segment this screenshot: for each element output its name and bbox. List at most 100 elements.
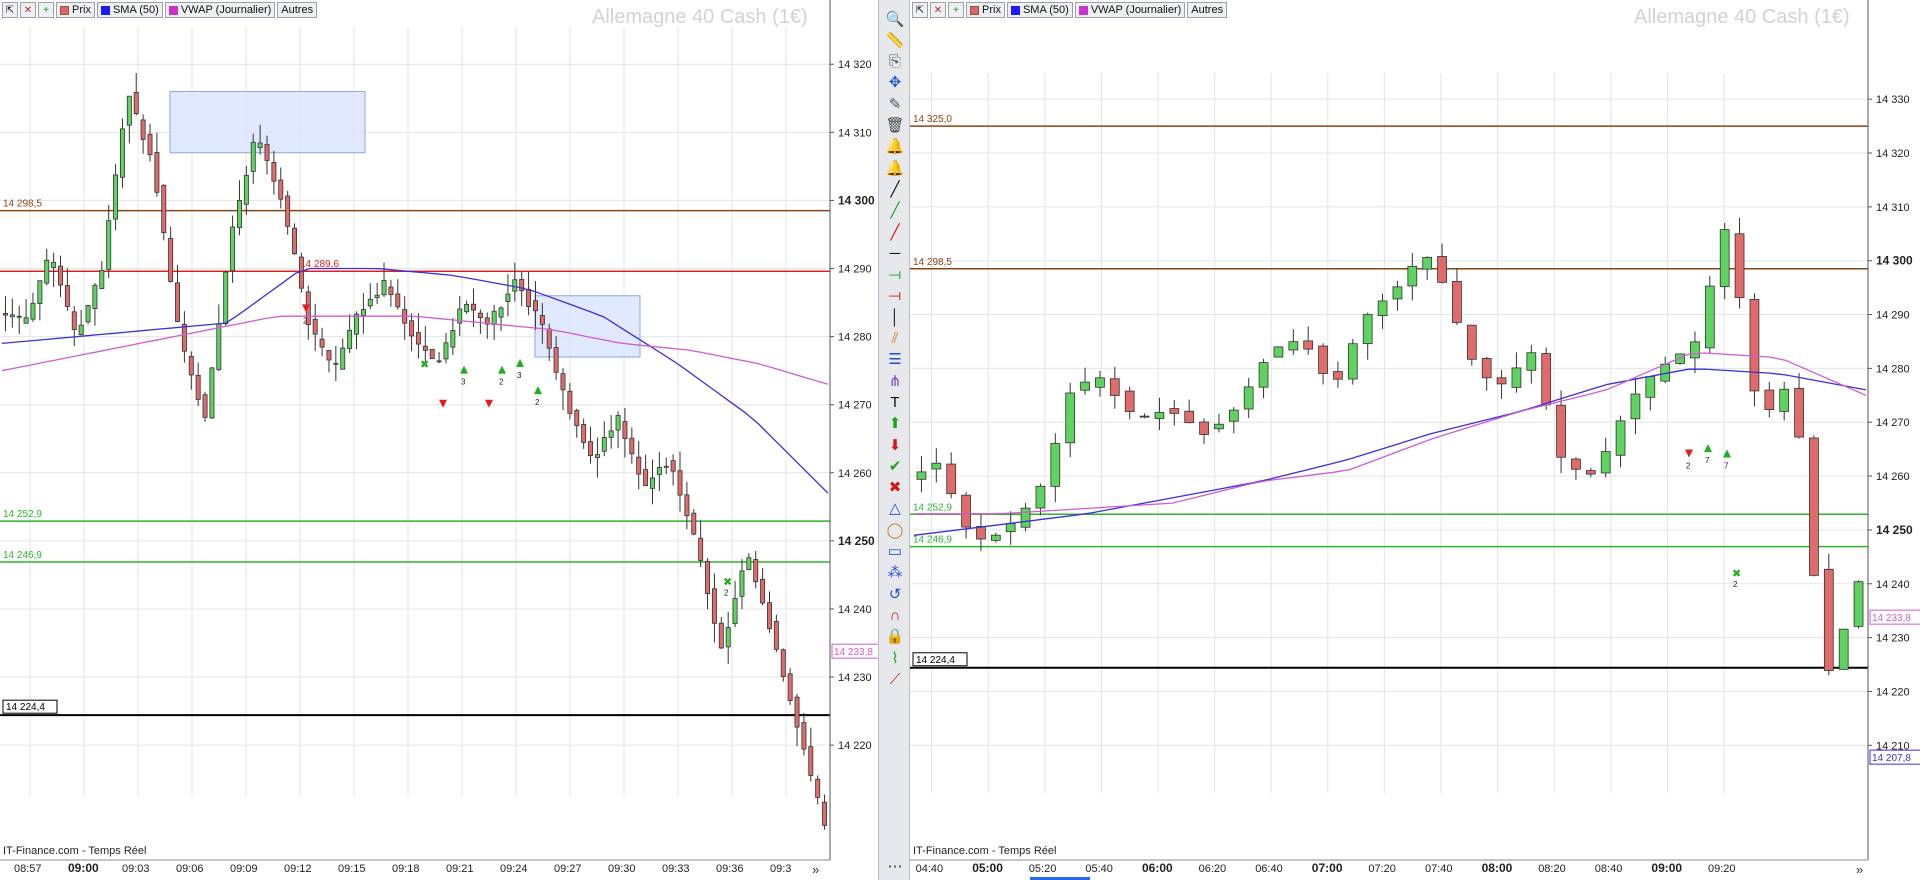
candle-body — [1303, 340, 1314, 350]
price-tick-label: 14 220 — [838, 740, 872, 752]
data-source-label: IT-Finance.com - Temps Réel — [3, 845, 147, 857]
right-chart-canvas[interactable]: 14 325,0 14 298,5 14 252,9 14 246,9 14 224,4… — [910, 0, 1920, 880]
others-button[interactable]: Autres — [1187, 2, 1228, 18]
cross-icon[interactable]: ✖ — [883, 477, 907, 499]
candle-body — [677, 470, 683, 496]
candle-body — [801, 722, 807, 750]
red-line-icon[interactable]: ╱ — [883, 221, 907, 243]
others-button[interactable]: Autres — [277, 2, 318, 18]
data-source-label: IT-Finance.com - Temps Réel — [913, 845, 1057, 857]
close-icon[interactable]: ✕ — [930, 2, 946, 18]
candle-body — [588, 441, 593, 456]
candle-body — [1764, 389, 1775, 410]
detach-icon[interactable]: ⇱ — [912, 2, 928, 18]
down-arrow-icon[interactable]: ⬇ — [883, 434, 907, 456]
candle-body — [1541, 353, 1552, 406]
move-icon[interactable]: ✥ — [883, 72, 907, 94]
text-icon[interactable]: T — [883, 391, 907, 413]
price-button-label: Prix — [72, 4, 91, 16]
rectangle-icon[interactable]: ▭ — [883, 541, 907, 563]
price-tick-label: 14 300 — [838, 193, 875, 207]
green-line-icon[interactable]: ╱ — [883, 200, 907, 222]
vwap-button[interactable]: VWAP (Journalier) — [1074, 2, 1186, 18]
candle-body — [477, 312, 483, 318]
cursor-icon[interactable]: ⟋ — [883, 668, 907, 690]
copy-icon[interactable]: ⎘ — [883, 51, 907, 73]
magnifier-icon[interactable]: 🔍 — [883, 8, 907, 30]
detach-icon[interactable]: ⇱ — [2, 2, 18, 18]
alert-bell-icon[interactable]: 🔔 — [883, 136, 907, 158]
up-arrow-icon[interactable]: ⬆ — [883, 413, 907, 435]
scroll-right-icon[interactable]: » — [812, 862, 819, 877]
candle-body — [822, 801, 828, 826]
indicator-icon[interactable]: ⌇ — [883, 647, 907, 669]
time-tick-label: 09:18 — [392, 863, 420, 875]
time-tick-label: 09:3 — [770, 863, 791, 875]
price-button[interactable]: Prix — [966, 2, 1005, 18]
vwap-button[interactable]: VWAP (Journalier) — [164, 2, 276, 18]
candle-body — [1199, 421, 1209, 435]
candle-body — [436, 360, 442, 363]
candle-body — [1005, 523, 1016, 533]
vwap-line — [1, 315, 829, 385]
fibonacci-icon[interactable]: ☰ — [883, 349, 907, 371]
candle-body — [574, 410, 580, 427]
magnet-icon[interactable]: ∩ — [883, 604, 907, 626]
candle-body — [711, 588, 717, 624]
sma-button-label: SMA (50) — [112, 4, 159, 16]
eraser-icon[interactable]: ✎ — [883, 93, 907, 115]
signal-count: 2 — [724, 589, 729, 598]
vertical-line-icon[interactable]: │ — [883, 306, 907, 328]
bell-icon[interactable]: 🔔 — [883, 157, 907, 179]
scroll-right-icon[interactable]: » — [1856, 862, 1863, 877]
pitchfork-icon[interactable]: ⋔ — [883, 370, 907, 392]
candle-body — [347, 329, 353, 349]
candle-body — [147, 133, 153, 156]
lock-icon[interactable]: 🔒 — [883, 626, 907, 648]
left-chart-panel[interactable]: 14 298,5 14 289,6 14 252,9 14 246,9 14 224,4… — [0, 0, 878, 880]
candle-body — [312, 318, 318, 335]
candle-body — [976, 526, 986, 540]
candle-body — [1585, 470, 1596, 475]
trash-icon[interactable]: 🗑 — [883, 115, 907, 137]
ellipse-icon[interactable]: ◯ — [883, 519, 907, 541]
more-icon[interactable]: ⋯ — [883, 855, 907, 877]
candle-body — [51, 261, 57, 268]
candle-body — [23, 317, 29, 324]
red-ray-icon[interactable]: ⟞ — [883, 285, 907, 307]
horizontal-line-icon[interactable]: ─ — [883, 242, 907, 264]
triangle-icon[interactable]: △ — [883, 498, 907, 520]
candle-body — [1719, 229, 1730, 288]
sma-button[interactable]: SMA (50) — [1006, 2, 1073, 18]
time-axis: 08:57 09:00 09:03 09:06 09:09 09:12 09:15 09:18… — [0, 859, 830, 875]
trendline-icon[interactable]: ╱ — [883, 178, 907, 200]
candle-body — [99, 270, 105, 289]
candle-body — [615, 415, 621, 431]
candle-body — [202, 394, 208, 418]
undo-icon[interactable]: ↺ — [883, 583, 907, 605]
channel-icon[interactable]: ⫽ — [883, 328, 907, 350]
candle-body — [553, 347, 559, 373]
buy-arrow-icon — [516, 358, 524, 367]
ruler-icon[interactable]: 📏 — [883, 29, 907, 51]
add-icon[interactable]: + — [38, 2, 54, 18]
add-icon[interactable]: + — [948, 2, 964, 18]
candle-body — [1154, 412, 1165, 419]
sell-arrow-icon — [1685, 449, 1693, 458]
time-tick-label: 09:00 — [68, 861, 99, 875]
points-icon[interactable]: ⁂ — [883, 562, 907, 584]
instrument-watermark: Allemagne 40 Cash (1€) — [1634, 6, 1850, 28]
close-icon[interactable]: ✕ — [20, 2, 36, 18]
candle-body — [532, 300, 538, 312]
left-chart-canvas[interactable]: 14 298,514 289,614 252,914 246,914 224,4… — [0, 0, 878, 880]
exit-cross-icon: ✖ — [1732, 568, 1741, 580]
candle-body — [1080, 381, 1090, 391]
sma-line — [1, 267, 829, 494]
price-button[interactable]: Prix — [56, 2, 95, 18]
green-ray-icon[interactable]: ⟞ — [883, 264, 907, 286]
sma-button[interactable]: SMA (50) — [96, 2, 163, 18]
candle-body — [526, 288, 532, 308]
check-icon[interactable]: ✔ — [883, 455, 907, 477]
right-chart-panel[interactable]: 14 325,0 14 298,5 14 252,9 14 246,9 14 224,4… — [910, 0, 1920, 880]
buy-arrow-icon — [460, 365, 468, 374]
